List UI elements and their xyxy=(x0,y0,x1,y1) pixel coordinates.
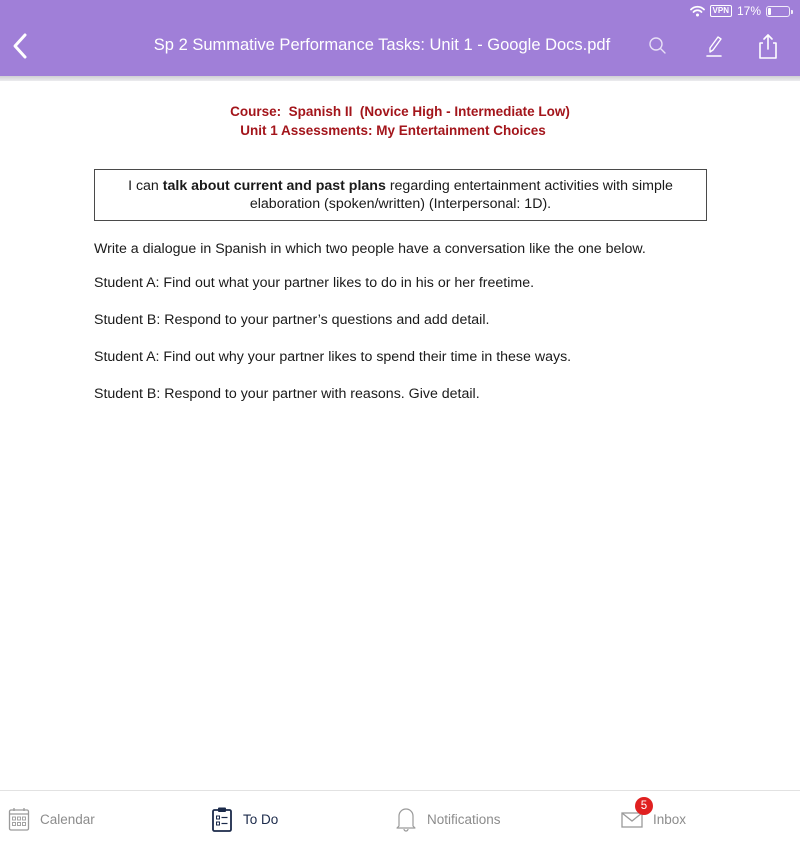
battery-fill xyxy=(768,7,771,15)
app-header: VPN 17% Sp 2 Summative Performance Tasks… xyxy=(0,0,800,76)
tab-calendar[interactable]: Calendar xyxy=(8,805,95,833)
unit-line: Unit 1 Assessments: My Entertainment Cho… xyxy=(240,123,546,138)
course-heading: Course: Spanish II (Novice High - Interm… xyxy=(0,102,800,140)
bottom-tab-bar: Calendar To Do Notifications 5 Inbox xyxy=(0,790,800,843)
status-bar: VPN 17% xyxy=(689,2,793,20)
student-b-task-2: Student B: Respond to your partner with … xyxy=(94,386,480,402)
calendar-icon xyxy=(8,806,30,832)
instruction-paragraph: Write a dialogue in Spanish in which two… xyxy=(94,241,646,257)
vpn-icon: VPN xyxy=(709,5,732,17)
goal-bold: talk about current and past plans xyxy=(162,178,386,194)
tab-label: Calendar xyxy=(40,811,95,827)
bell-icon xyxy=(395,806,417,832)
envelope-icon: 5 xyxy=(621,797,653,832)
search-button[interactable] xyxy=(644,32,672,60)
tab-todo[interactable]: To Do xyxy=(211,805,278,833)
share-icon xyxy=(759,34,777,59)
instructions: Write a dialogue in Spanish in which two… xyxy=(94,240,674,422)
course-line: Course: Spanish II (Novice High - Interm… xyxy=(230,104,570,119)
pen-icon xyxy=(706,36,722,57)
pdf-page[interactable]: Course: Spanish II (Novice High - Interm… xyxy=(0,81,800,790)
student-a-task-1: Student A: Find out what your partner li… xyxy=(94,275,535,291)
markup-button[interactable] xyxy=(700,32,728,60)
battery-percent: 17% xyxy=(736,4,761,18)
search-icon xyxy=(649,37,666,54)
learning-goal-box: I can talk about current and past plans … xyxy=(94,169,707,221)
battery-icon xyxy=(766,5,793,17)
unread-badge: 5 xyxy=(635,797,653,815)
tab-label: Inbox xyxy=(653,811,687,827)
title-row: Sp 2 Summative Performance Tasks: Unit 1… xyxy=(0,24,800,68)
student-b-task-1: Student B: Respond to your partner’s que… xyxy=(94,312,490,328)
share-button[interactable] xyxy=(754,32,782,60)
clipboard-icon xyxy=(211,806,233,832)
tab-notifications[interactable]: Notifications xyxy=(395,805,501,833)
tab-inbox[interactable]: 5 Inbox xyxy=(621,797,687,833)
tab-label: To Do xyxy=(243,811,279,827)
wifi-icon xyxy=(689,5,705,17)
student-a-task-2: Student A: Find out why your partner lik… xyxy=(94,349,572,365)
goal-prefix: I can xyxy=(128,178,163,194)
tab-label: Notifications xyxy=(427,811,501,827)
